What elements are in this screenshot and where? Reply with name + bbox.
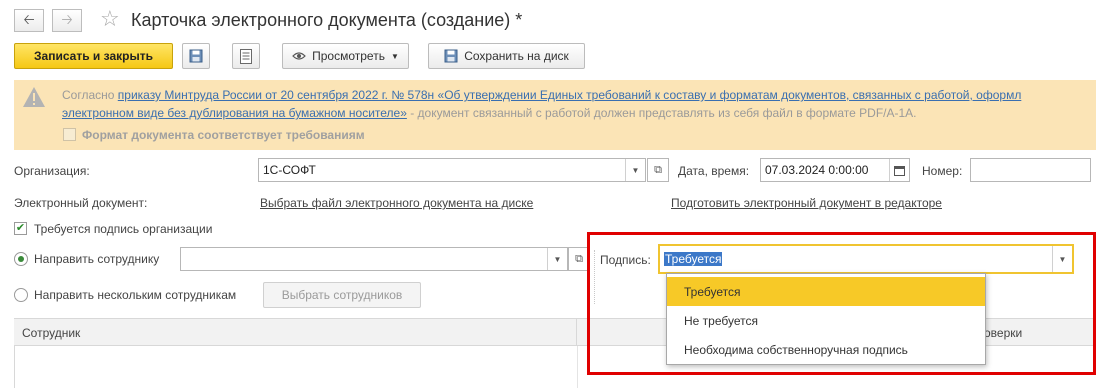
column-divider — [577, 346, 578, 388]
checkmark-icon: ✔ — [15, 222, 26, 234]
prepare-in-editor-link[interactable]: Подготовить электронный документ в редак… — [671, 196, 942, 210]
warning-text: Согласно приказу Минтруда России от 20 с… — [62, 88, 1022, 120]
choose-file-link[interactable]: Выбрать файл электронного документа на д… — [260, 196, 533, 210]
document-list-icon — [240, 48, 252, 64]
open-organization-button[interactable]: ⧉ — [647, 158, 669, 182]
chevron-down-icon: ▼ — [390, 51, 399, 61]
format-compliance-checkbox[interactable] — [63, 128, 76, 141]
signature-dropdown[interactable]: Требуется Не требуется Необходима собств… — [666, 273, 986, 365]
calendar-icon[interactable] — [889, 159, 909, 181]
send-many-label: Направить нескольким сотрудникам — [34, 288, 237, 302]
number-field[interactable] — [970, 158, 1091, 182]
organization-field[interactable]: 1С-СОФТ ▼ — [258, 158, 646, 182]
preview-button[interactable]: Просмотреть ▼ — [282, 43, 409, 69]
chevron-down-icon[interactable]: ▼ — [547, 248, 567, 270]
number-label: Номер: — [922, 164, 963, 178]
organization-label: Организация: — [14, 164, 90, 178]
order-link-continuation[interactable]: электронном виде без дублирования на бум… — [62, 106, 407, 120]
chevron-down-icon[interactable]: ▼ — [625, 159, 645, 181]
order-link[interactable]: приказу Минтруда России от 20 сентября 2… — [118, 88, 1022, 102]
arrow-left-icon: 🡠 — [23, 10, 35, 27]
employee-field[interactable]: ▼ — [180, 247, 568, 271]
floppy-disk-icon — [189, 49, 203, 63]
dropdown-option-handwritten[interactable]: Необходима собственноручная подпись — [667, 335, 985, 364]
window-title: Карточка электронного документа (создани… — [131, 10, 523, 30]
dropdown-option-not-required[interactable]: Не требуется — [667, 306, 985, 335]
back-button[interactable]: 🡠 — [14, 9, 44, 32]
dropdown-option-required[interactable]: Требуется — [667, 277, 985, 306]
choose-employees-button[interactable]: Выбрать сотрудников — [263, 282, 421, 308]
arrow-right-icon: 🡢 — [61, 10, 73, 27]
send-employee-label: Направить сотруднику — [34, 252, 160, 266]
datetime-field[interactable]: 07.03.2024 0:00:00 — [760, 158, 910, 182]
requires-signature-checkbox[interactable]: ✔ — [14, 222, 27, 235]
open-window-icon: ⧉ — [575, 252, 583, 265]
datetime-label: Дата, время: — [678, 164, 750, 178]
eye-icon — [292, 52, 306, 60]
column-employee[interactable]: Сотрудник — [22, 326, 80, 340]
electronic-document-label: Электронный документ: — [14, 196, 148, 210]
column-divider — [576, 319, 577, 346]
format-compliance-label: Формат документа соответствует требовани… — [82, 128, 365, 142]
save-to-disk-button[interactable]: Сохранить на диск — [428, 43, 585, 69]
send-many-radio[interactable] — [14, 288, 28, 302]
floppy-disk-icon — [444, 49, 458, 63]
open-window-icon: ⧉ — [654, 163, 662, 176]
save-button[interactable] — [182, 43, 210, 69]
star-icon[interactable]: ☆ — [100, 6, 120, 32]
list-button[interactable] — [232, 43, 260, 69]
requires-signature-label: Требуется подпись организации — [34, 222, 213, 236]
send-employee-radio[interactable] — [14, 252, 28, 266]
warning-panel: Согласно приказу Минтруда России от 20 с… — [14, 80, 1096, 150]
save-and-close-button[interactable]: Записать и закрыть — [14, 43, 173, 69]
warning-icon — [23, 87, 45, 107]
forward-button[interactable]: 🡢 — [52, 9, 82, 32]
